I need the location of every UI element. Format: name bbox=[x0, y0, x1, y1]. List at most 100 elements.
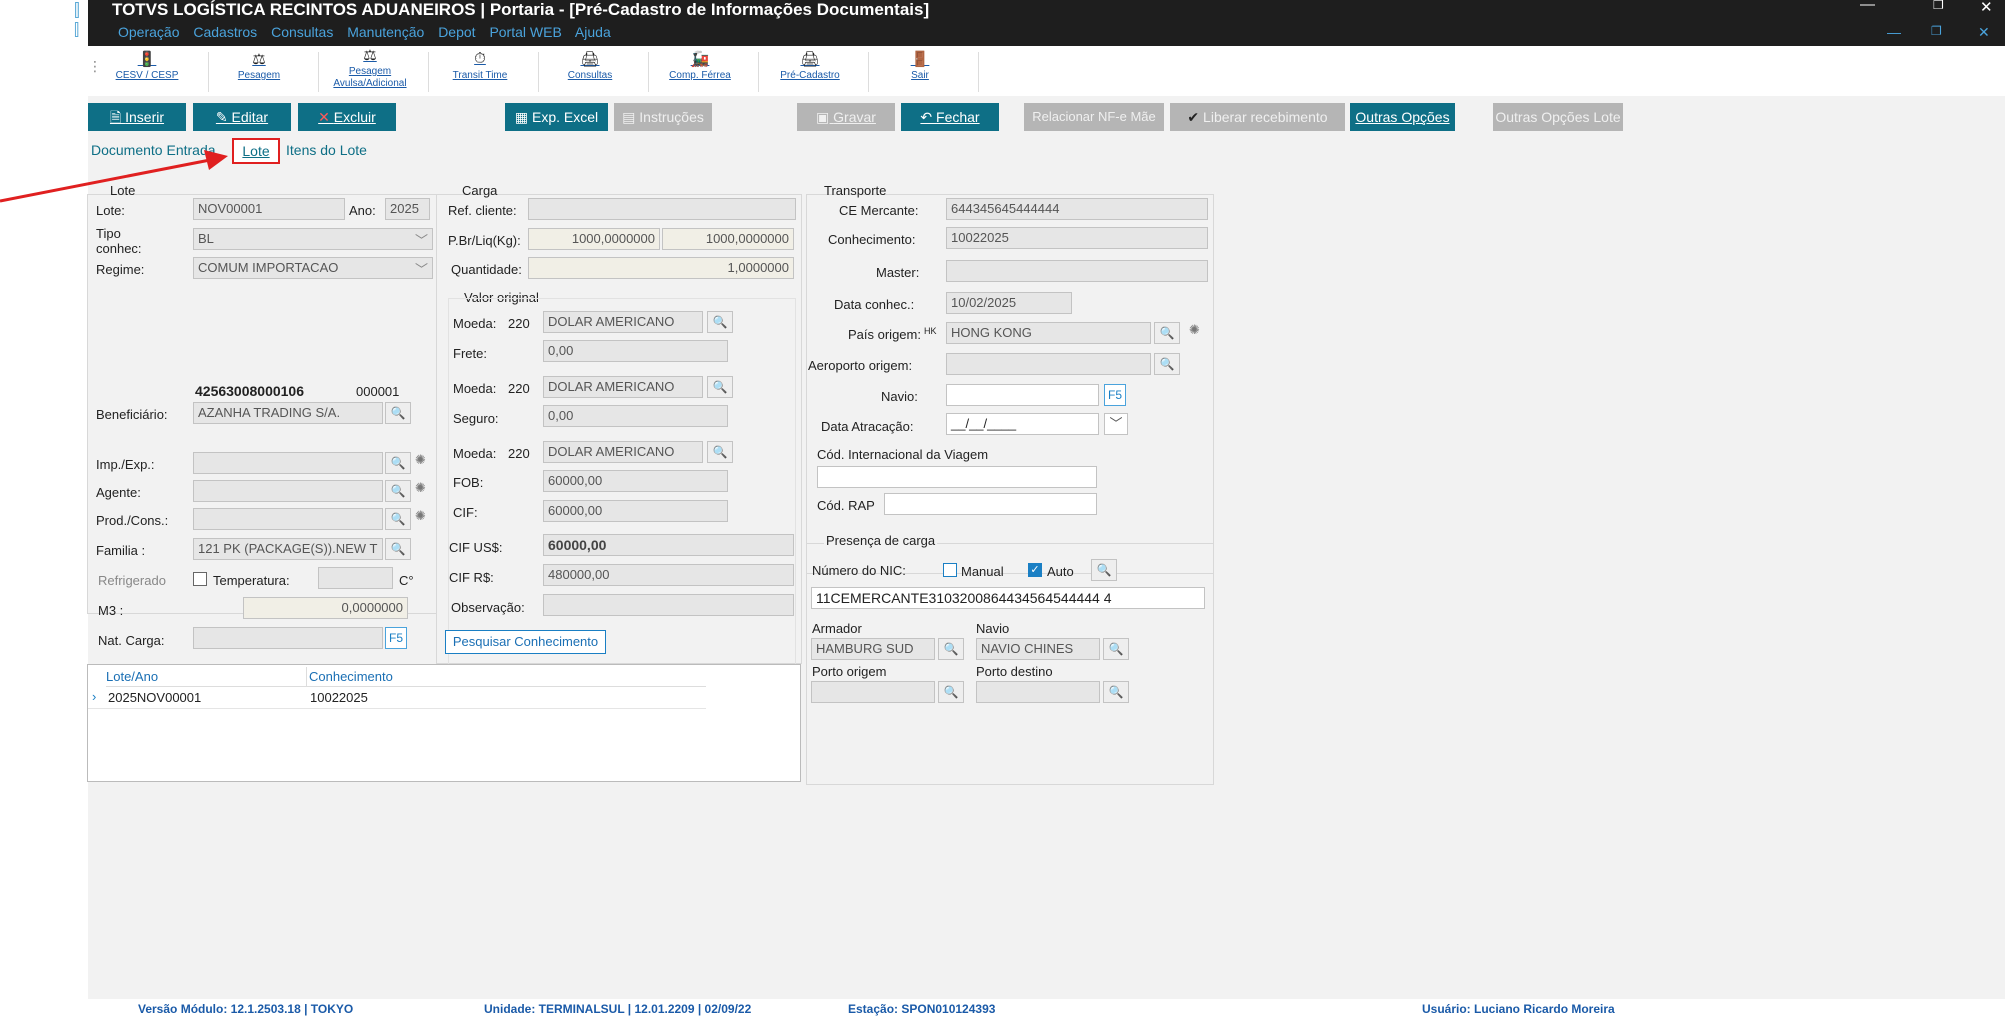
toolbar-consultas-button[interactable]: 🖨 Consultas bbox=[535, 50, 645, 96]
temperatura-checkbox[interactable] bbox=[193, 572, 207, 586]
relacionar-nfe-button[interactable]: Relacionar NF-e Mãe bbox=[1024, 103, 1164, 131]
porto-origem-search-icon[interactable]: 🔍 bbox=[938, 681, 964, 703]
beneficiario-input[interactable]: AZANHA TRADING S/A. bbox=[193, 402, 383, 424]
nat-carga-f5-button[interactable]: F5 bbox=[385, 627, 407, 649]
conhecimento-input[interactable]: 10022025 bbox=[946, 227, 1208, 249]
grid-header-lote-ano[interactable]: Lote/Ano bbox=[106, 667, 306, 687]
scale-extra-icon: ⚖ bbox=[363, 47, 377, 64]
imp-exp-search-icon[interactable]: 🔍 bbox=[385, 452, 411, 474]
familia-search-icon[interactable]: 🔍 bbox=[385, 538, 411, 560]
cif-us-input[interactable]: 60000,00 bbox=[543, 534, 794, 556]
fechar-button[interactable]: ↶ Fechar bbox=[901, 103, 999, 131]
outras-opcoes-lote-button[interactable]: Outras Opções Lote bbox=[1493, 103, 1623, 131]
toolbar-pre-cadastro-button[interactable]: 🖨 Pré-Cadastro bbox=[755, 50, 865, 96]
moeda-frete-input[interactable]: DOLAR AMERICANO bbox=[543, 311, 703, 333]
mdi-restore-button[interactable]: ❐ bbox=[1931, 24, 1942, 38]
transporte-group-title: Transporte bbox=[824, 183, 887, 198]
aeroporto-origem-input[interactable] bbox=[946, 353, 1151, 375]
observacao-input[interactable] bbox=[543, 594, 794, 616]
prod-cons-clear-icon[interactable]: ✺ bbox=[415, 508, 426, 524]
menu-ajuda[interactable]: Ajuda bbox=[575, 24, 611, 40]
toolbar-sair-button[interactable]: 🚪 Sair bbox=[865, 50, 975, 96]
pesquisar-conhecimento-button[interactable]: Pesquisar Conhecimento bbox=[445, 630, 606, 654]
minimize-button[interactable]: — bbox=[1860, 0, 1875, 13]
grid-header-conhecimento[interactable]: Conhecimento bbox=[306, 667, 706, 687]
imp-exp-input[interactable] bbox=[193, 452, 383, 474]
beneficiario-search-icon[interactable]: 🔍 bbox=[385, 402, 411, 424]
moeda-fob-search-icon[interactable]: 🔍 bbox=[707, 441, 733, 463]
seguro-input[interactable]: 0,00 bbox=[543, 405, 728, 427]
moeda-seguro-input[interactable]: DOLAR AMERICANO bbox=[543, 376, 703, 398]
m3-input[interactable]: 0,0000000 bbox=[243, 597, 408, 619]
close-button[interactable]: ✕ bbox=[1980, 0, 1993, 16]
exp-excel-button[interactable]: ▦ Exp. Excel bbox=[505, 103, 608, 131]
manual-checkbox[interactable] bbox=[943, 563, 957, 577]
moeda-seguro-code: 220 bbox=[508, 381, 530, 396]
nic-input[interactable]: 11CEMERCANTE3103200864434564544444 4 bbox=[811, 587, 1205, 609]
mdi-close-button[interactable]: ✕ bbox=[1978, 24, 1990, 41]
menu-manutencao[interactable]: Manutenção bbox=[347, 24, 424, 40]
menu-depot[interactable]: Depot bbox=[438, 24, 475, 40]
toolbar-transit-time-button[interactable]: ⏱ Transit Time bbox=[425, 50, 535, 96]
quantidade-input[interactable]: 1,0000000 bbox=[528, 257, 794, 279]
ref-cliente-input[interactable] bbox=[528, 198, 796, 220]
excluir-button[interactable]: ✕ Excluir bbox=[298, 103, 396, 131]
printer-icon: 🖨 bbox=[580, 51, 600, 68]
gravar-button[interactable]: ▣ Gravar bbox=[797, 103, 895, 131]
familia-input[interactable]: 121 PK (PACKAGE(S)).NEW T bbox=[193, 538, 383, 560]
imp-exp-clear-icon[interactable]: ✺ bbox=[415, 452, 426, 468]
armador-input[interactable]: HAMBURG SUD bbox=[811, 638, 935, 660]
temperatura-input[interactable] bbox=[318, 567, 393, 589]
liberar-recebimento-button[interactable]: ✔ Liberar recebimento bbox=[1170, 103, 1345, 131]
cif-rs-input[interactable]: 480000,00 bbox=[543, 564, 794, 586]
cod-rap-input[interactable] bbox=[884, 493, 1097, 515]
toolbar-pesagem-avulsa-button[interactable]: ⚖ Pesagem Avulsa/Adicional bbox=[315, 47, 425, 96]
navio-f5-button[interactable]: F5 bbox=[1104, 384, 1126, 406]
prod-cons-search-icon[interactable]: 🔍 bbox=[385, 508, 411, 530]
armador-search-icon[interactable]: 🔍 bbox=[938, 638, 964, 660]
ce-mercante-label: CE Mercante: bbox=[839, 203, 919, 218]
frete-input[interactable]: 0,00 bbox=[543, 340, 728, 362]
outras-opcoes-button[interactable]: Outras Opções bbox=[1350, 103, 1455, 131]
data-atracacao-input[interactable]: __/__/____ bbox=[946, 413, 1099, 435]
moeda-frete-search-icon[interactable]: 🔍 bbox=[707, 311, 733, 333]
cif-input[interactable]: 60000,00 bbox=[543, 500, 728, 522]
data-atracacao-chevron-down-icon[interactable]: ﹀ bbox=[1104, 413, 1128, 435]
agente-input[interactable] bbox=[193, 480, 383, 502]
fechar-label: Fechar bbox=[936, 109, 980, 125]
pais-origem-clear-icon[interactable]: ✺ bbox=[1189, 322, 1200, 338]
regime-select[interactable]: COMUM IMPORTACAO ﹀ bbox=[193, 257, 433, 279]
nat-carga-input[interactable] bbox=[193, 627, 383, 649]
presenca-navio-search-icon[interactable]: 🔍 bbox=[1103, 638, 1129, 660]
ano-input[interactable]: 2025 bbox=[385, 198, 430, 220]
instrucoes-button[interactable]: ▤ Instruções bbox=[614, 103, 712, 131]
data-conhec-input[interactable]: 10/02/2025 bbox=[946, 292, 1072, 314]
tipo-conhec-select[interactable]: BL ﹀ bbox=[193, 228, 433, 250]
pais-origem-search-icon[interactable]: 🔍 bbox=[1154, 322, 1180, 344]
peso-liquido-input[interactable]: 1000,0000000 bbox=[662, 228, 794, 250]
restore-button[interactable]: ❐ bbox=[1933, 0, 1944, 12]
peso-bruto-input[interactable]: 1000,0000000 bbox=[528, 228, 660, 250]
agente-search-icon[interactable]: 🔍 bbox=[385, 480, 411, 502]
porto-destino-input[interactable] bbox=[976, 681, 1100, 703]
table-row[interactable]: › 2025NOV00001 10022025 bbox=[88, 687, 706, 709]
porto-destino-search-icon[interactable]: 🔍 bbox=[1103, 681, 1129, 703]
ce-mercante-input[interactable]: 644345645444444 bbox=[946, 198, 1208, 220]
porto-origem-input[interactable] bbox=[811, 681, 935, 703]
master-input[interactable] bbox=[946, 260, 1208, 282]
moeda-fob-input[interactable]: DOLAR AMERICANO bbox=[543, 441, 703, 463]
pais-origem-input[interactable]: HONG KONG bbox=[946, 322, 1151, 344]
aeroporto-origem-search-icon[interactable]: 🔍 bbox=[1154, 353, 1180, 375]
agente-clear-icon[interactable]: ✺ bbox=[415, 480, 426, 496]
menu-portal-web[interactable]: Portal WEB bbox=[489, 24, 561, 40]
cod-viagem-input[interactable] bbox=[817, 466, 1097, 488]
presenca-navio-input[interactable]: NAVIO CHINES bbox=[976, 638, 1100, 660]
nic-search-icon[interactable]: 🔍 bbox=[1091, 559, 1117, 581]
toolbar-comp-ferrea-button[interactable]: 🚂 Comp. Férrea bbox=[645, 50, 755, 96]
fob-input[interactable]: 60000,00 bbox=[543, 470, 728, 492]
navio-input[interactable] bbox=[946, 384, 1099, 406]
auto-checkbox[interactable]: ✓ bbox=[1028, 563, 1042, 577]
prod-cons-input[interactable] bbox=[193, 508, 383, 530]
mdi-minimize-button[interactable]: — bbox=[1887, 24, 1901, 40]
moeda-seguro-search-icon[interactable]: 🔍 bbox=[707, 376, 733, 398]
